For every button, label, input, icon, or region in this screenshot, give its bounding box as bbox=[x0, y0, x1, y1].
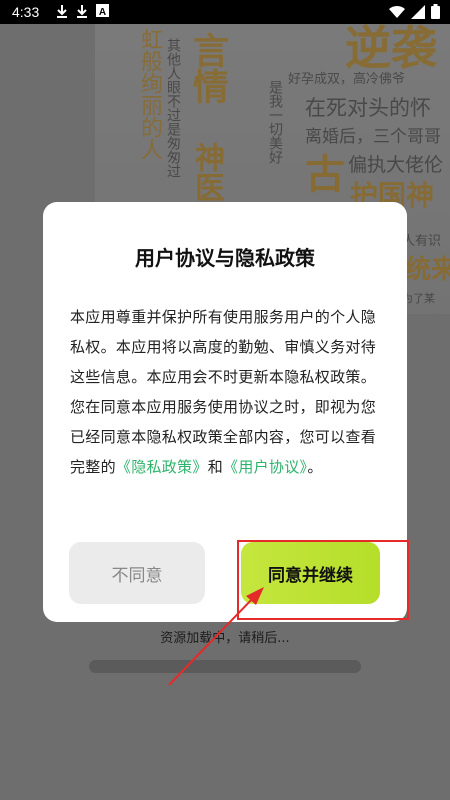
annotation-arrow-icon bbox=[168, 587, 264, 686]
